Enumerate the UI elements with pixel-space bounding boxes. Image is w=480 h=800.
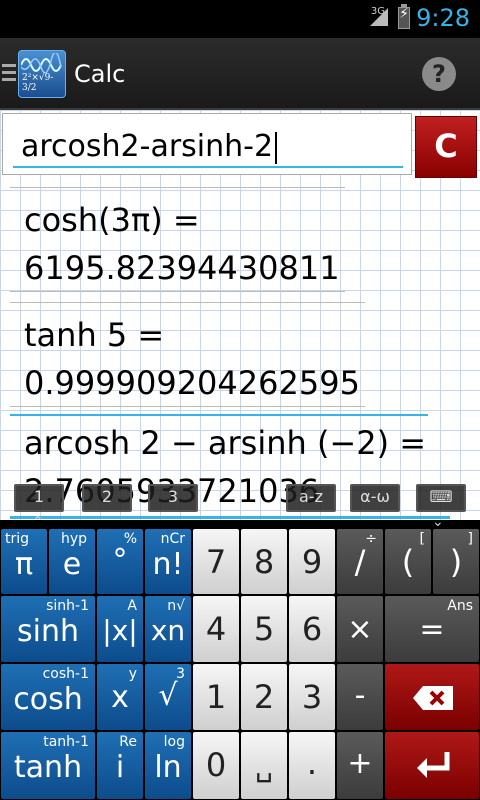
pi-key[interactable]: trig π — [0, 528, 48, 595]
tab-greek[interactable]: α-ω — [350, 484, 400, 512]
minus-key[interactable]: - — [336, 663, 384, 731]
digit-8-key[interactable]: 8 — [240, 528, 288, 595]
digit-2-key[interactable]: 2 — [240, 663, 288, 731]
history-expression: tanh 5 = — [24, 316, 165, 354]
tab-letters[interactable]: a-z — [286, 484, 336, 512]
equals-key[interactable]: Ans = — [384, 595, 480, 663]
history-result: 0.999909204262595 — [24, 364, 360, 402]
imaginary-key[interactable]: Re i — [96, 731, 144, 800]
multiply-key[interactable]: × — [336, 595, 384, 663]
degree-key[interactable]: % ° — [96, 528, 144, 595]
right-paren-key[interactable]: ]) — [432, 528, 480, 595]
digit-5-key[interactable]: 5 — [240, 595, 288, 663]
app-logo-icon[interactable]: 2²×√9-3/2 — [18, 50, 66, 98]
tab-indicator — [10, 516, 450, 519]
tab-page-2[interactable]: 2 — [82, 484, 132, 512]
input-underline — [13, 166, 403, 168]
divide-key[interactable]: ÷ / — [336, 528, 384, 595]
app-logo-text: 2²×√9-3/2 — [22, 73, 54, 93]
history-entry[interactable]: tanh 5 = 0.999909204262595 — [10, 302, 365, 412]
network-type: 3G — [370, 6, 385, 17]
keyboard-icon[interactable]: ⌨ — [416, 484, 466, 512]
enter-key[interactable] — [384, 731, 480, 800]
digit-1-key[interactable]: 1 — [192, 663, 240, 731]
history-expression: cosh(3π) = — [24, 201, 200, 239]
history-expression: arcosh 2 − arsinh (−2) = — [24, 424, 427, 462]
left-paren-key[interactable]: [( — [384, 528, 432, 595]
tanh-key[interactable]: tanh-1 tanh — [0, 731, 96, 800]
expression-text: arcosh2-arsinh-2 — [21, 129, 274, 164]
tab-page-3[interactable]: 3 — [148, 484, 198, 512]
sqrt-key[interactable]: 3 √ — [144, 663, 192, 731]
charging-icon: ⚡ — [399, 6, 409, 22]
menu-icon[interactable] — [2, 64, 16, 85]
digit-3-key[interactable]: 3 — [288, 663, 336, 731]
cosh-key[interactable]: cosh-1 cosh — [0, 663, 96, 731]
factorial-key[interactable]: nCr n! — [144, 528, 192, 595]
plus-key[interactable]: + — [336, 731, 384, 800]
clock: 9:28 — [416, 4, 470, 32]
history-result: 6195.82394430811 — [24, 249, 340, 287]
text-caret — [275, 131, 278, 164]
e-key[interactable]: hyp e — [48, 528, 96, 595]
tab-page-1[interactable]: 1 — [14, 484, 64, 512]
digit-0-key[interactable]: 0 — [192, 731, 240, 800]
ln-key[interactable]: log ln — [144, 731, 192, 800]
backspace-icon — [413, 686, 453, 710]
help-button[interactable]: ? — [422, 57, 456, 91]
power-key[interactable]: n√ xn — [144, 595, 192, 663]
backspace-key[interactable] — [384, 663, 480, 731]
digit-7-key[interactable]: 7 — [192, 528, 240, 595]
expression-input[interactable]: arcosh2-arsinh-2 — [2, 113, 412, 175]
keypad-tabs: 1 2 3 a-z α-ω ⌨ ⌃ ⌄ — [0, 470, 480, 530]
clear-button[interactable]: C — [415, 116, 477, 178]
digit-9-key[interactable]: 9 — [288, 528, 336, 595]
digit-6-key[interactable]: 6 — [288, 595, 336, 663]
decimal-key[interactable]: . — [288, 731, 336, 800]
variable-x-key[interactable]: yx — [96, 663, 144, 731]
keypad: trig π hyp e % ° nCr n! 7 8 9 ÷ / [( ]) sinh-… — [0, 528, 480, 800]
digit-4-key[interactable]: 4 — [192, 595, 240, 663]
abs-key[interactable]: A |x| — [96, 595, 144, 663]
space-key[interactable]: ␣ — [240, 731, 288, 800]
sinh-key[interactable]: sinh-1 sinh — [0, 595, 96, 663]
calculation-area: arcosh2-arsinh-2 C cosh(3π) = 6195.82394… — [0, 110, 480, 520]
history-entry[interactable]: cosh(3π) = 6195.82394430811 — [10, 187, 345, 297]
enter-icon — [417, 752, 450, 778]
app-title: Calc — [74, 60, 126, 88]
action-bar: 2²×√9-3/2 Calc ? — [0, 38, 480, 110]
status-bar: 3G ⚡ 9:28 — [0, 0, 480, 38]
